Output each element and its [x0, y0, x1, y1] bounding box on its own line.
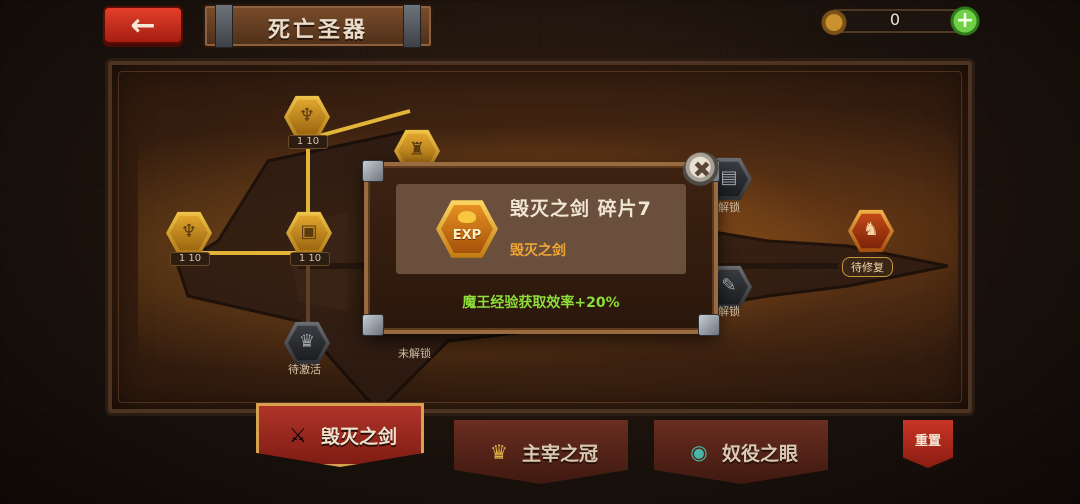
node-status-to-repair: 待修复	[842, 257, 893, 277]
tree-node[interactable]: ♆	[166, 211, 212, 255]
skill-icon: ♆	[180, 221, 198, 242]
exp-icon: EXP	[436, 199, 498, 259]
tab-label: 主宰之冠	[521, 442, 598, 465]
tab-label: 奴役之眼	[721, 442, 798, 465]
back-arrow-icon: ←	[130, 7, 156, 43]
tab-label: 毁灭之剑	[320, 425, 397, 448]
fragment-effect: 魔王经验获取效率+20%	[462, 295, 620, 311]
tree-node[interactable]: ▣	[286, 211, 332, 255]
fragment-source: 毁灭之剑	[510, 243, 566, 259]
node-status-to-activate: 待激活	[288, 363, 321, 376]
title-plate: 死亡圣器	[203, 4, 433, 48]
tree-node-inactive[interactable]: ♛	[284, 321, 330, 365]
fragment-detail-dialog: EXP 毁灭之剑 碎片7 毁灭之剑 魔王经验获取效率+20%	[362, 160, 720, 336]
tree-node[interactable]: ♆	[284, 95, 330, 139]
skill-icon: ♆	[298, 105, 316, 126]
sword-icon: ⚔	[289, 423, 307, 447]
currency-display: 0 +	[820, 6, 980, 36]
node-level: 1 10	[288, 135, 328, 149]
skill-icon: ✎	[721, 275, 737, 296]
fragment-name: 毁灭之剑 碎片7	[510, 198, 652, 220]
crown-icon: ♛	[490, 440, 508, 464]
page-title: 死亡圣器	[267, 18, 368, 43]
currency-value: 0	[889, 10, 901, 29]
corner-bracket	[698, 314, 720, 336]
skill-icon: ♜	[408, 139, 426, 160]
skill-icon: ♛	[298, 331, 316, 352]
close-button[interactable]: ✖	[683, 152, 721, 190]
node-status-locked: 解锁	[718, 305, 740, 318]
node-status-locked: 解锁	[718, 201, 740, 214]
node-level: 1 10	[290, 252, 330, 266]
node-level: 1 10	[170, 252, 210, 266]
demon-horn-icon	[820, 6, 848, 36]
eye-icon: ◉	[690, 440, 708, 464]
warrior-icon: ♞	[862, 219, 880, 240]
corner-bracket	[362, 314, 384, 336]
tree-node-core[interactable]: ♞	[848, 209, 894, 253]
back-button[interactable]: ←	[103, 6, 183, 44]
fragment-info-box: EXP 毁灭之剑 碎片7 毁灭之剑	[396, 184, 686, 274]
node-status-locked: 未解锁	[398, 347, 431, 360]
skill-icon: ▣	[300, 221, 318, 242]
corner-bracket	[362, 160, 384, 182]
add-currency-button[interactable]: +	[950, 6, 980, 36]
